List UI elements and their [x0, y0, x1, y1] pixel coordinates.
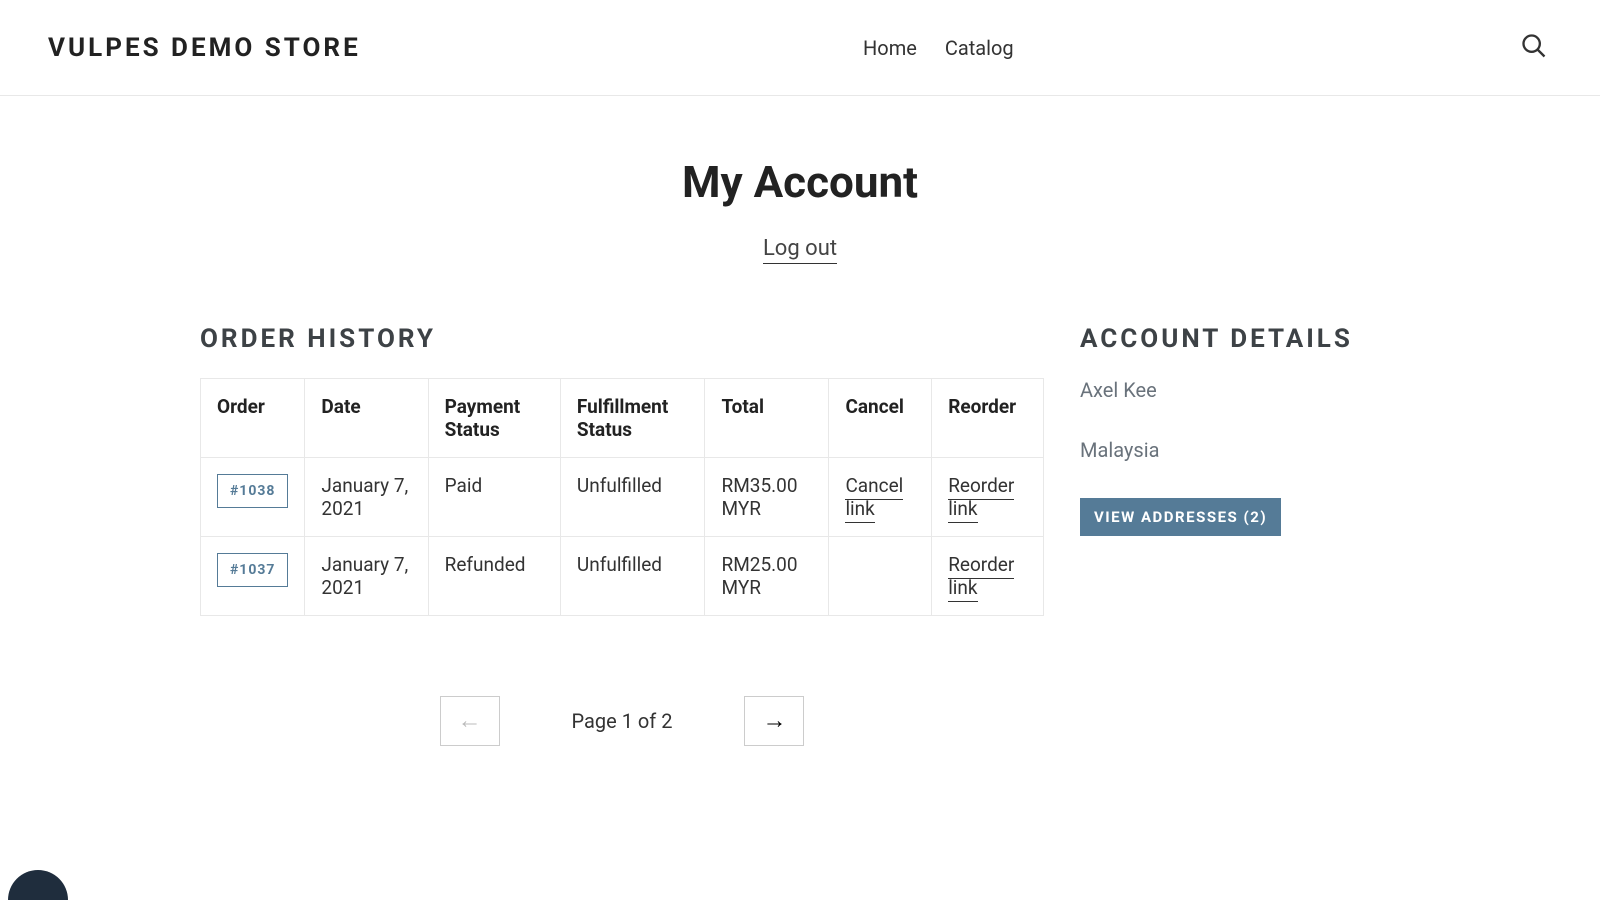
order-fulfillment: Unfulfilled [560, 537, 705, 616]
order-history-section: ORDER HISTORY Order Date Payment Status … [200, 324, 1044, 746]
arrow-right-icon: → [762, 707, 786, 735]
order-payment: Refunded [428, 537, 560, 616]
account-details-section: ACCOUNT DETAILS Axel Kee Malaysia VIEW A… [1080, 324, 1400, 536]
search-button[interactable] [1516, 28, 1552, 67]
store-logo[interactable]: VULPES DEMO STORE [48, 33, 361, 63]
order-total: RM25.00 MYR [705, 537, 829, 616]
nav-home[interactable]: Home [863, 36, 917, 60]
col-order: Order [201, 379, 305, 458]
order-cancel-empty [829, 537, 932, 616]
orders-table: Order Date Payment Status Fulfillment St… [200, 378, 1044, 616]
page-indicator: Page 1 of 2 [572, 709, 673, 733]
arrow-left-icon: ← [458, 707, 482, 735]
site-header: VULPES DEMO STORE Home Catalog [0, 0, 1600, 96]
account-country: Malaysia [1080, 438, 1400, 462]
order-history-heading: ORDER HISTORY [200, 324, 1044, 354]
order-fulfillment: Unfulfilled [560, 458, 705, 537]
logout-link[interactable]: Log out [763, 236, 837, 264]
order-total: RM35.00 MYR [705, 458, 829, 537]
col-total: Total [705, 379, 829, 458]
col-date: Date [305, 379, 428, 458]
pagination: ← Page 1 of 2 → [200, 696, 1044, 746]
table-row: #1037 January 7, 2021 Refunded Unfulfill… [201, 537, 1044, 616]
next-page-button[interactable]: → [744, 696, 804, 746]
order-date: January 7, 2021 [305, 458, 428, 537]
page-title: My Account [200, 156, 1400, 208]
cancel-link[interactable]: Cancel link [845, 474, 903, 523]
order-id-link[interactable]: #1038 [217, 474, 288, 508]
content-row: ORDER HISTORY Order Date Payment Status … [200, 324, 1400, 746]
prev-page-button[interactable]: ← [440, 696, 500, 746]
view-addresses-button[interactable]: VIEW ADDRESSES (2) [1080, 498, 1281, 536]
col-cancel: Cancel [829, 379, 932, 458]
nav-catalog[interactable]: Catalog [945, 36, 1014, 60]
table-header-row: Order Date Payment Status Fulfillment St… [201, 379, 1044, 458]
table-row: #1038 January 7, 2021 Paid Unfulfilled R… [201, 458, 1044, 537]
col-payment: Payment Status [428, 379, 560, 458]
order-payment: Paid [428, 458, 560, 537]
main-nav: Home Catalog [361, 36, 1516, 60]
order-date: January 7, 2021 [305, 537, 428, 616]
account-details-heading: ACCOUNT DETAILS [1080, 324, 1400, 354]
help-widget[interactable] [8, 870, 68, 900]
reorder-link[interactable]: Reorder link [948, 553, 1014, 602]
col-reorder: Reorder [932, 379, 1044, 458]
order-id-link[interactable]: #1037 [217, 553, 288, 587]
account-name: Axel Kee [1080, 378, 1400, 402]
reorder-link[interactable]: Reorder link [948, 474, 1014, 523]
page-container: My Account Log out ORDER HISTORY Order D… [180, 96, 1420, 786]
col-fulfillment: Fulfillment Status [560, 379, 705, 458]
search-icon [1520, 32, 1548, 60]
